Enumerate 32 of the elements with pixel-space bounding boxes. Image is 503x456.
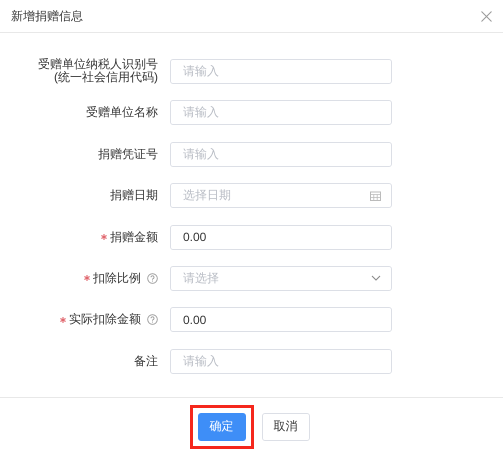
input-field[interactable]: 请输入	[170, 142, 392, 167]
field-value: 0.00	[183, 312, 206, 327]
field-value: 0.00	[183, 230, 206, 244]
help-icon[interactable]	[147, 314, 158, 326]
input-field[interactable]: 0.00	[170, 307, 392, 332]
field-label: 受赠单位纳税人识别号 (统一社会信用代码)	[38, 58, 158, 84]
calendar-icon	[370, 190, 381, 201]
placeholder-text: 请输入	[183, 352, 219, 370]
placeholder-text: 请选择	[183, 270, 219, 287]
placeholder-text: 选择日期	[183, 187, 231, 204]
input-field[interactable]: 请输入	[170, 58, 392, 84]
field-label: 受赠单位名称	[86, 106, 158, 120]
field-label: 备注	[134, 354, 158, 368]
input-field[interactable]: 请输入	[170, 100, 392, 126]
field-label: 扣除比例	[93, 272, 141, 285]
field-label: 捐赠凭证号	[98, 148, 158, 161]
select-field[interactable]: 请选择	[170, 266, 392, 291]
placeholder-text: 请输入	[183, 146, 219, 163]
chevron-down-icon	[371, 275, 381, 282]
input-field[interactable]: 选择日期	[170, 183, 392, 208]
confirm-button[interactable]: 确定	[198, 412, 246, 441]
input-field[interactable]: 0.00	[170, 224, 392, 250]
placeholder-text: 请输入	[183, 104, 219, 122]
cancel-button[interactable]: 取消	[262, 412, 310, 441]
field-label: 实际扣除金额	[69, 313, 141, 326]
field-label: 捐赠金额	[110, 230, 158, 244]
input-field[interactable]: 请输入	[170, 348, 392, 374]
field-label: 捐赠日期	[110, 189, 158, 202]
help-icon[interactable]	[147, 272, 158, 284]
dialog-title: 新增捐赠信息	[11, 8, 83, 24]
placeholder-text: 请输入	[183, 62, 219, 80]
close-icon[interactable]	[481, 10, 492, 22]
